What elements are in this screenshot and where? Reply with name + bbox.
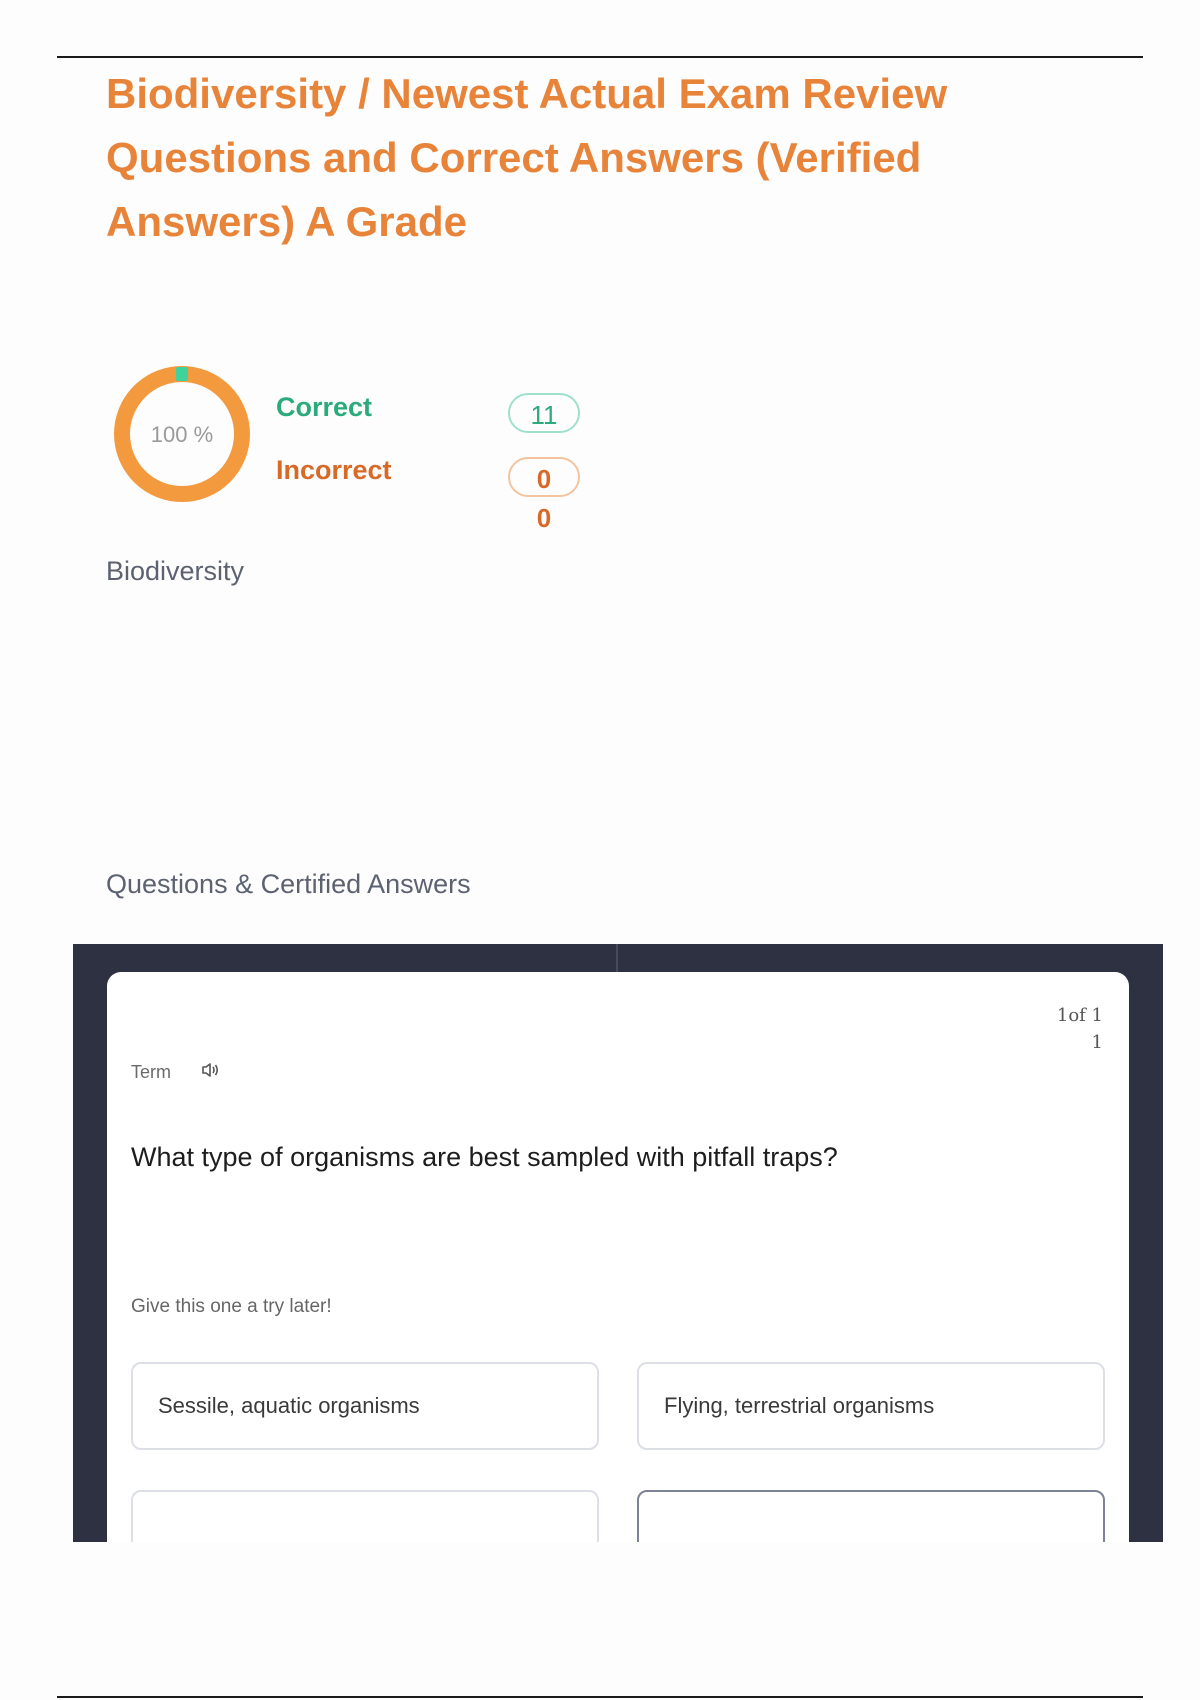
flashcard-frame: 1of 1 1 Term What type of organisms are …	[73, 944, 1163, 1542]
speaker-icon[interactable]	[199, 1058, 223, 1082]
answer-option-2[interactable]: Flying, terrestrial organisms	[637, 1362, 1105, 1450]
incorrect-count-badge: 0	[508, 457, 580, 497]
try-later-hint: Give this one a try later!	[131, 1296, 332, 1317]
answer-option-1[interactable]: Sessile, aquatic organisms	[131, 1362, 599, 1450]
bottom-rule	[57, 1696, 1143, 1698]
answer-option-3[interactable]	[131, 1490, 599, 1542]
term-label: Term	[131, 1062, 171, 1082]
frame-divider	[616, 944, 618, 974]
incorrect-label: Incorrect	[276, 455, 392, 485]
card-counter: 1of 1 1	[1057, 1002, 1103, 1056]
correct-label: Correct	[276, 392, 373, 422]
score-marker	[176, 367, 188, 381]
question-text: What type of organisms are best sampled …	[131, 1142, 838, 1172]
incorrect-count-extra: 0	[536, 503, 552, 533]
card-counter-line1: 1of 1	[1056, 1005, 1103, 1026]
top-rule	[57, 56, 1143, 58]
subject-label: Biodiversity	[106, 556, 245, 586]
section-heading: Questions & Certified Answers	[106, 869, 471, 899]
page-title: Biodiversity / Newest Actual Exam Review…	[106, 70, 948, 245]
correct-count-badge: 11	[508, 393, 580, 433]
flashcard: 1of 1 1 Term What type of organisms are …	[107, 972, 1129, 1542]
score-percent: 100 %	[150, 422, 214, 447]
answer-option-4[interactable]	[637, 1490, 1105, 1542]
card-counter-line2: 1	[1091, 1032, 1103, 1053]
